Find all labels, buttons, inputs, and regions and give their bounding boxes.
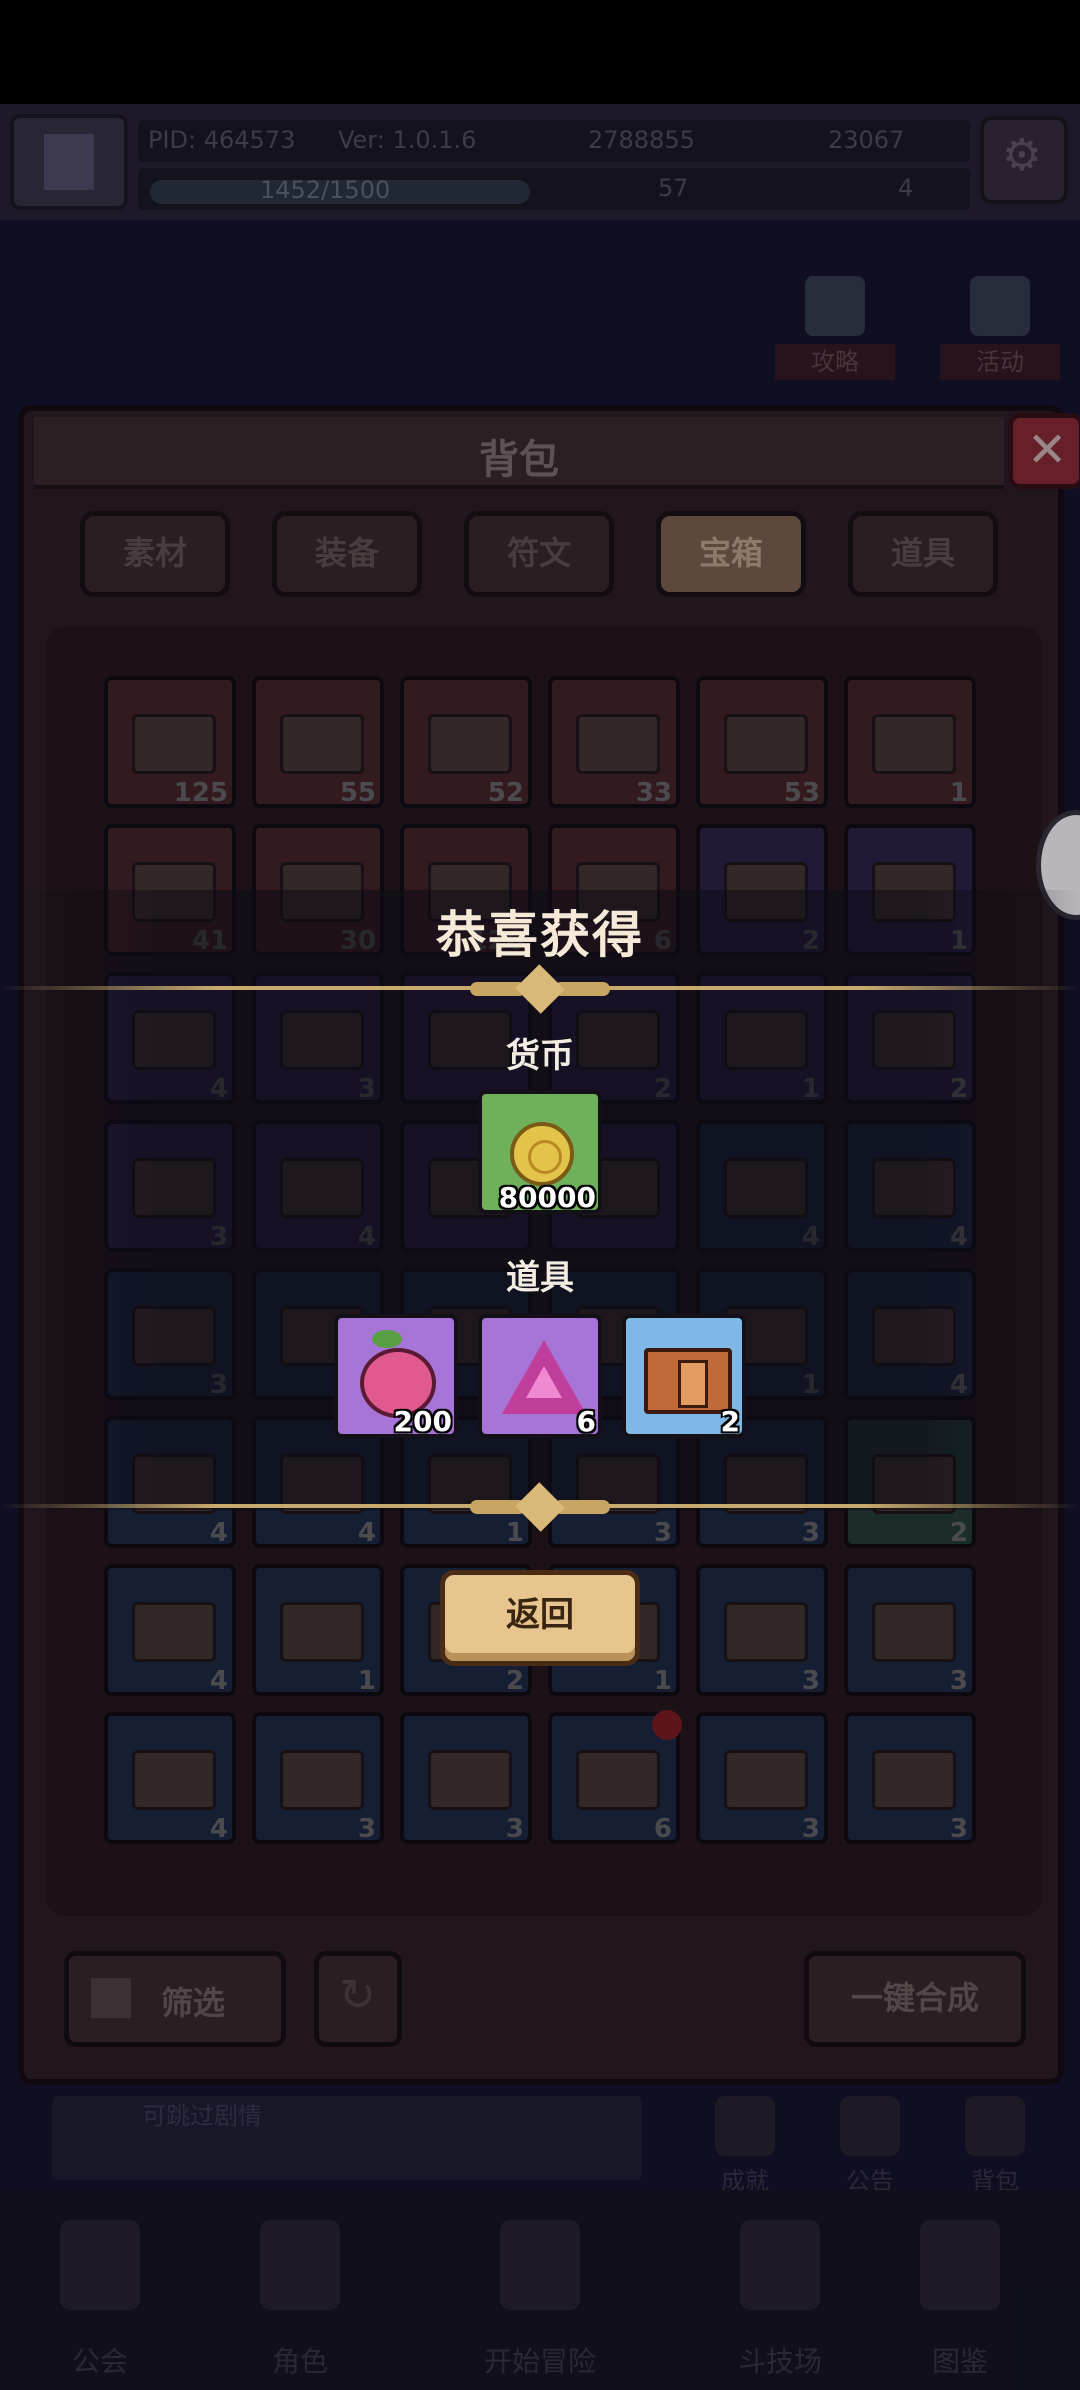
reward-berry-amount: 200 <box>393 1405 452 1438</box>
reward-coin: 80000 <box>478 1090 602 1214</box>
return-button[interactable]: 返回 <box>440 1570 640 1666</box>
game-screen: PID: 464573 Ver: 1.0.1.6 2788855 23067 5… <box>0 0 1080 2390</box>
crate-icon <box>644 1348 732 1414</box>
coin-icon <box>510 1122 574 1186</box>
gem-icon <box>502 1340 586 1414</box>
reward-berry: 200 <box>334 1314 458 1438</box>
status-bar <box>0 0 1080 104</box>
items-section-label: 道具 <box>506 1258 574 1298</box>
currency-section-label: 货币 <box>506 1036 574 1076</box>
reward-title: 恭喜获得 <box>436 906 644 964</box>
reward-gem: 6 <box>478 1314 602 1438</box>
reward-coin-amount: 80000 <box>498 1181 596 1214</box>
reward-gem-amount: 6 <box>576 1405 596 1438</box>
reward-crate: 2 <box>622 1314 746 1438</box>
divider-ornament-top <box>470 964 610 1014</box>
reward-crate-amount: 2 <box>720 1405 740 1438</box>
divider-ornament-bottom <box>470 1482 610 1532</box>
